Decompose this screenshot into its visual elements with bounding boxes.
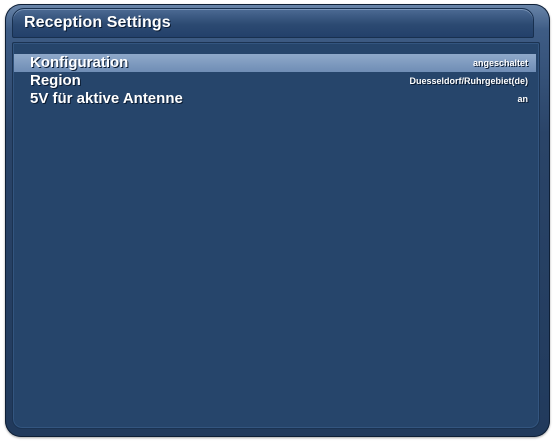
- setting-row-5v-antenne[interactable]: 5V für aktive Antenne an: [14, 90, 536, 108]
- setting-value: an: [517, 94, 528, 104]
- setting-value: Duesseldorf/Ruhrgebiet(de): [409, 76, 528, 86]
- setting-label: Konfiguration: [30, 54, 129, 71]
- setting-value: angeschaltet: [472, 58, 528, 68]
- setting-label: 5V für aktive Antenne: [30, 90, 183, 107]
- setting-label: Region: [30, 72, 81, 89]
- setting-row-konfiguration[interactable]: Konfiguration angeschaltet: [14, 54, 536, 72]
- window-title: Reception Settings: [24, 14, 171, 31]
- settings-list: Konfiguration angeschaltet Region Duesse…: [14, 54, 536, 108]
- setting-row-region[interactable]: Region Duesseldorf/Ruhrgebiet(de): [14, 72, 536, 90]
- tv-screen: Reception Settings Konfiguration angesch…: [0, 0, 556, 441]
